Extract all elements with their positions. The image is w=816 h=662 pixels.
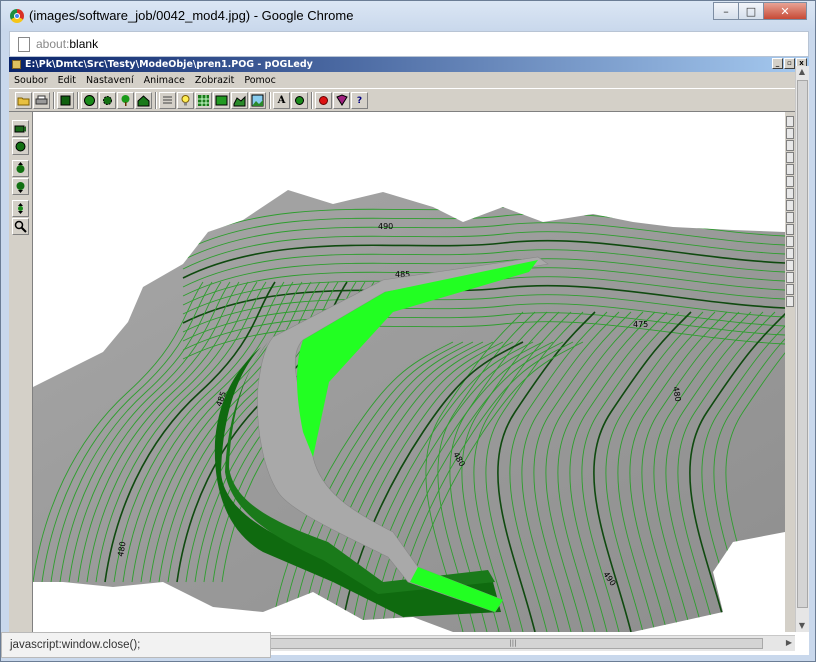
close-button[interactable]: ✕ bbox=[763, 2, 807, 20]
mdi-minimize-button[interactable]: _ bbox=[772, 58, 783, 69]
browser-window: (images/software_job/0042_mod4.jpg) - Go… bbox=[0, 0, 816, 662]
image-icon[interactable] bbox=[249, 92, 266, 109]
menu-zobrazit[interactable]: Zobrazit bbox=[190, 75, 239, 86]
toolbar-separator bbox=[311, 92, 313, 109]
right-tab[interactable] bbox=[786, 248, 794, 259]
address-bar[interactable]: about:blank bbox=[9, 31, 809, 57]
surface-icon[interactable] bbox=[231, 92, 248, 109]
record-icon[interactable] bbox=[315, 92, 332, 109]
url-scheme: about: bbox=[36, 37, 70, 51]
right-tab[interactable] bbox=[786, 224, 794, 235]
menu-pomoc[interactable]: Pomoc bbox=[239, 75, 281, 86]
app-icon bbox=[12, 60, 21, 69]
chrome-logo-icon bbox=[10, 9, 24, 23]
toolbar: A ? bbox=[9, 88, 809, 112]
move-icon[interactable] bbox=[12, 200, 29, 217]
app-title: E:\Pk\Dmtc\Src\Testy\ModeObje\pren1.POG … bbox=[25, 59, 313, 70]
sphere-up-icon[interactable] bbox=[12, 160, 29, 177]
window-title: (images/software_job/0042_mod4.jpg) - Go… bbox=[29, 8, 354, 23]
right-tab[interactable] bbox=[786, 164, 794, 175]
right-tab[interactable] bbox=[786, 116, 794, 127]
list-icon[interactable] bbox=[159, 92, 176, 109]
maximize-button[interactable]: □ bbox=[738, 2, 764, 20]
display-icon[interactable] bbox=[57, 92, 74, 109]
camera-icon[interactable] bbox=[12, 120, 29, 137]
address-text[interactable]: about:blank bbox=[36, 37, 98, 51]
right-tab[interactable] bbox=[786, 296, 794, 307]
terrain-3d-view[interactable]: 490 485 475 480 480 485 490 480 485 bbox=[33, 112, 785, 632]
zoom-icon[interactable] bbox=[12, 218, 29, 235]
book-icon[interactable] bbox=[333, 92, 350, 109]
menu-nastaveni[interactable]: Nastavení bbox=[81, 75, 139, 86]
right-tab[interactable] bbox=[786, 128, 794, 139]
right-tab[interactable] bbox=[786, 176, 794, 187]
toolbar-separator bbox=[53, 92, 55, 109]
contour-label: 475 bbox=[633, 320, 648, 329]
help-icon[interactable]: ? bbox=[351, 92, 368, 109]
settings-icon[interactable] bbox=[99, 92, 116, 109]
page-icon bbox=[18, 37, 30, 52]
tree-icon[interactable] bbox=[117, 92, 134, 109]
menu-bar: Soubor Edit Nastavení Animace Zobrazit P… bbox=[9, 72, 809, 88]
sphere-down-icon[interactable] bbox=[12, 178, 29, 195]
window-controls: – □ ✕ bbox=[713, 2, 807, 20]
mdi-restore-button[interactable]: ▫ bbox=[784, 58, 795, 69]
left-toolbar bbox=[9, 112, 33, 655]
globe-icon[interactable] bbox=[81, 92, 98, 109]
vertical-scroll-thumb[interactable] bbox=[797, 80, 808, 608]
right-tab[interactable] bbox=[786, 200, 794, 211]
scroll-down-icon[interactable]: ▼ bbox=[796, 620, 808, 632]
right-tab[interactable] bbox=[786, 236, 794, 247]
right-tab[interactable] bbox=[786, 260, 794, 271]
toolbar-separator bbox=[269, 92, 271, 109]
menu-edit[interactable]: Edit bbox=[53, 75, 81, 86]
page-viewport: E:\Pk\Dmtc\Src\Testy\ModeObje\pren1.POG … bbox=[9, 57, 809, 655]
circle-icon[interactable] bbox=[291, 92, 308, 109]
contour-label: 490 bbox=[378, 222, 393, 231]
sphere-icon[interactable] bbox=[12, 138, 29, 155]
table-icon[interactable] bbox=[213, 92, 230, 109]
terrain-render: 490 485 475 480 480 485 490 480 485 bbox=[33, 190, 785, 632]
toolbar-separator bbox=[155, 92, 157, 109]
menu-animace[interactable]: Animace bbox=[139, 75, 190, 86]
print-icon[interactable] bbox=[33, 92, 50, 109]
right-tab[interactable] bbox=[786, 188, 794, 199]
text-icon[interactable]: A bbox=[273, 92, 290, 109]
app-title-bar: E:\Pk\Dmtc\Src\Testy\ModeObje\pren1.POG … bbox=[9, 57, 809, 72]
right-tab[interactable] bbox=[786, 152, 794, 163]
right-tab[interactable] bbox=[786, 140, 794, 151]
minimize-button[interactable]: – bbox=[713, 2, 739, 20]
right-tab[interactable] bbox=[786, 272, 794, 283]
right-tab[interactable] bbox=[786, 212, 794, 223]
open-icon[interactable] bbox=[15, 92, 32, 109]
scroll-up-icon[interactable]: ▲ bbox=[796, 66, 808, 78]
right-tab[interactable] bbox=[786, 284, 794, 295]
house-icon[interactable] bbox=[135, 92, 152, 109]
status-bubble: javascript:window.close(); bbox=[1, 632, 271, 658]
vertical-scrollbar[interactable]: ▲ ▼ bbox=[795, 66, 809, 632]
grid-icon[interactable] bbox=[195, 92, 212, 109]
right-tab-strip bbox=[785, 112, 795, 632]
scroll-right-icon[interactable]: ▶ bbox=[783, 637, 795, 649]
menu-soubor[interactable]: Soubor bbox=[9, 75, 53, 86]
toolbar-separator bbox=[77, 92, 79, 109]
horizontal-scroll-thumb[interactable]: ||| bbox=[263, 638, 763, 649]
url-path: blank bbox=[69, 37, 99, 51]
bulb-icon[interactable] bbox=[177, 92, 194, 109]
